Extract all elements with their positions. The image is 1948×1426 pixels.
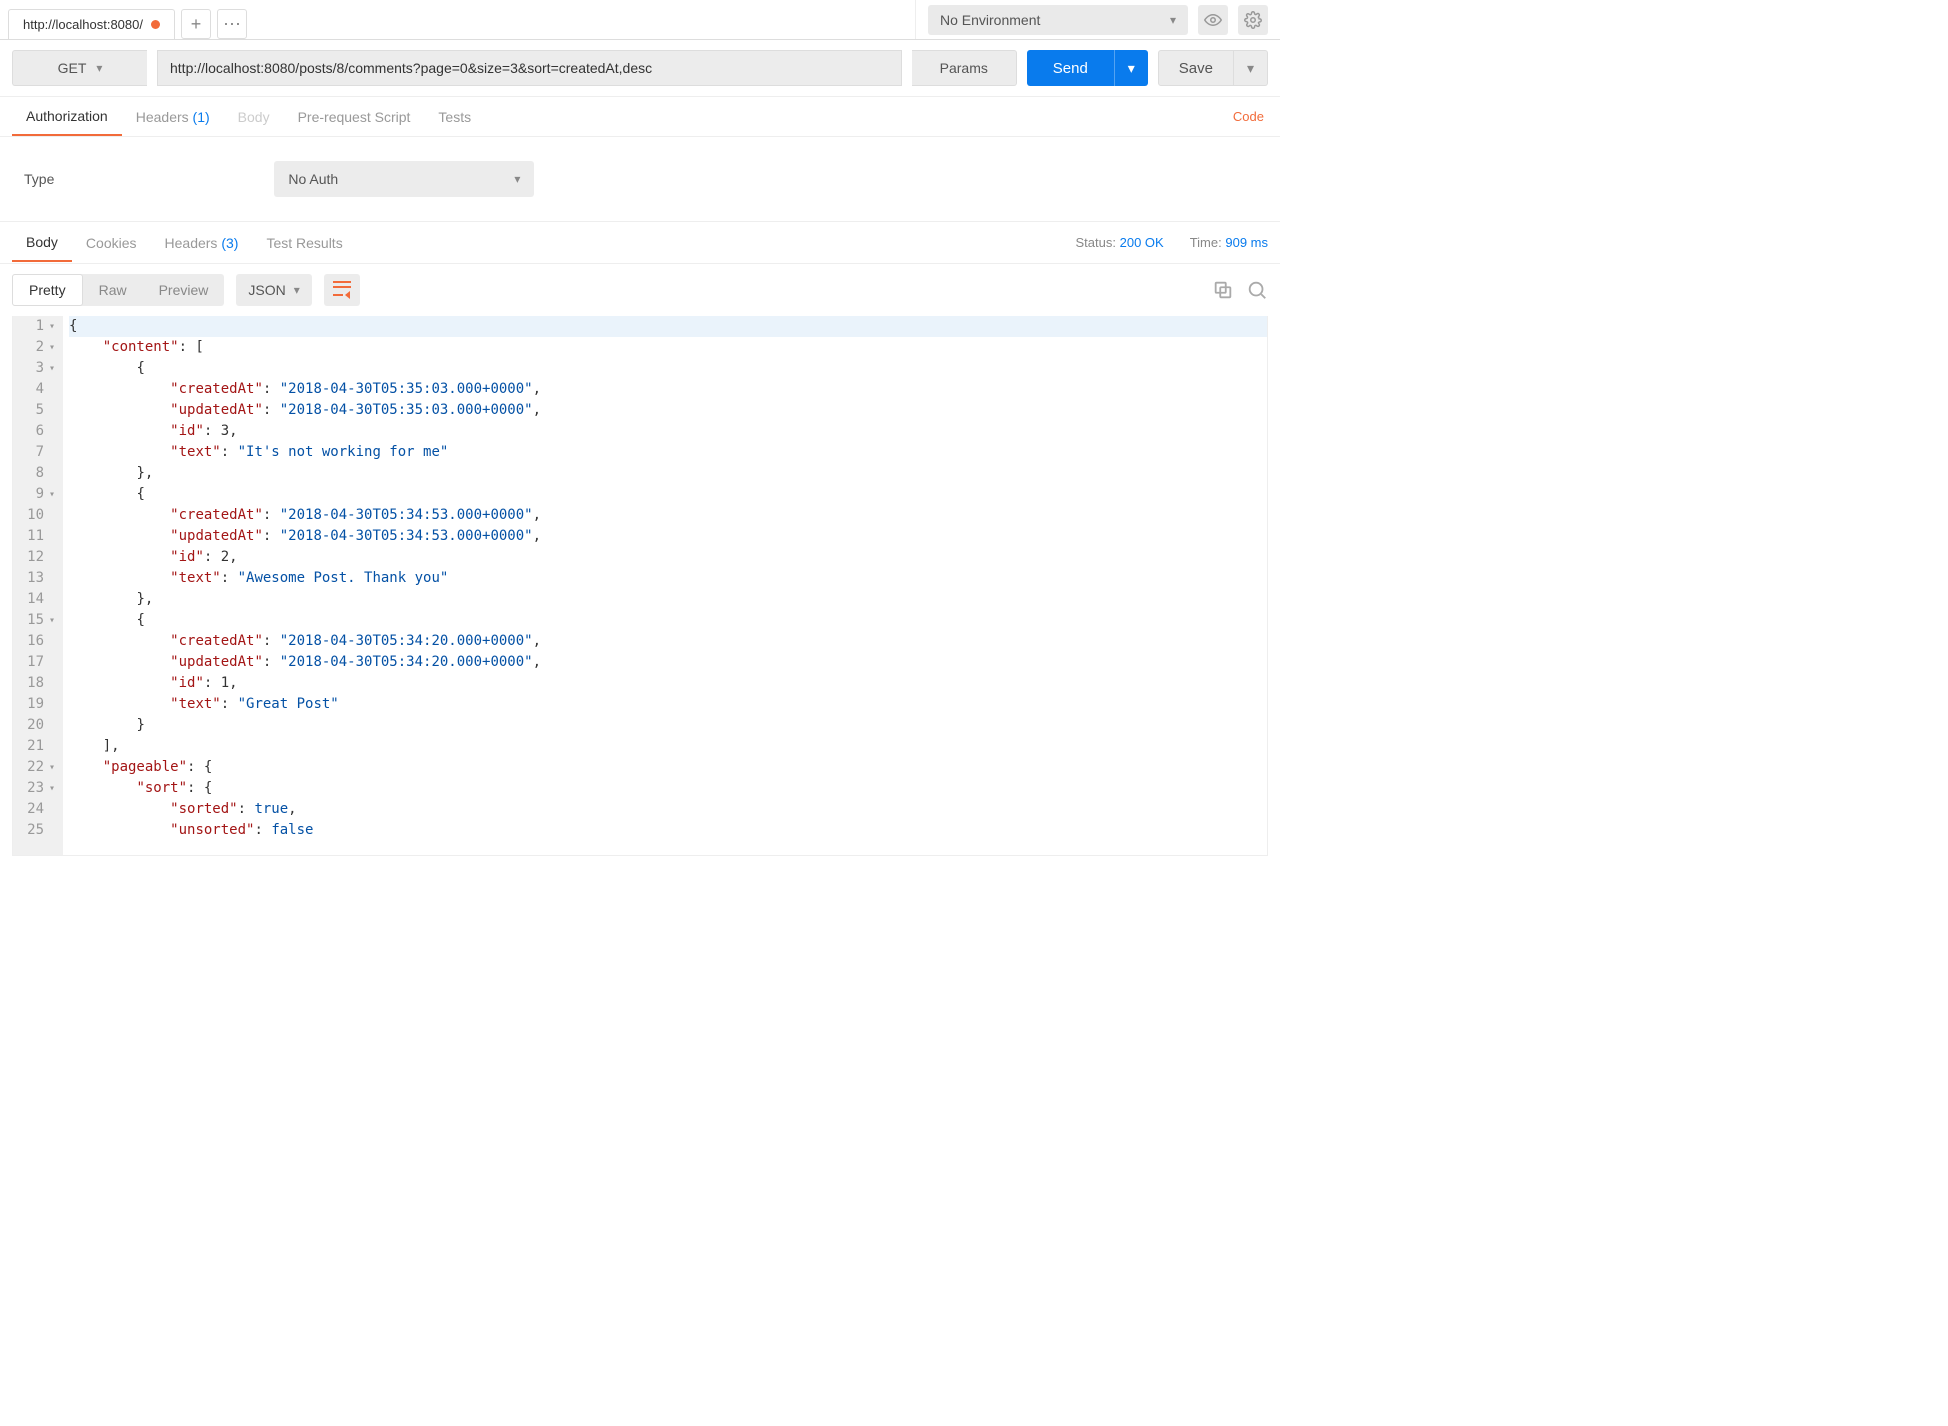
params-label: Params xyxy=(940,60,988,76)
tab-label: Authorization xyxy=(26,108,108,124)
tab-label: Headers xyxy=(165,235,218,251)
save-label: Save xyxy=(1179,60,1213,77)
environment-area: No Environment ▾ xyxy=(915,0,1280,39)
environment-quicklook-button[interactable] xyxy=(1198,5,1228,35)
save-group: Save ▾ xyxy=(1158,50,1268,86)
code-link[interactable]: Code xyxy=(1233,109,1268,124)
view-preview[interactable]: Preview xyxy=(143,274,225,306)
chevron-down-icon: ▾ xyxy=(96,61,102,75)
time-label: Time: xyxy=(1190,235,1222,250)
status-block: Status: 200 OK Time: 909 ms xyxy=(1076,235,1268,250)
auth-type-label: Type xyxy=(24,171,54,187)
plus-icon: + xyxy=(191,14,202,35)
resp-tab-cookies[interactable]: Cookies xyxy=(72,225,151,261)
view-pretty[interactable]: Pretty xyxy=(12,274,83,306)
send-button[interactable]: Send xyxy=(1027,50,1114,86)
tab-strip: http://localhost:8080/ + ⋯ xyxy=(0,0,915,39)
chevron-down-icon: ▾ xyxy=(1247,60,1254,77)
chevron-down-icon: ▾ xyxy=(514,172,520,186)
save-dropdown[interactable]: ▾ xyxy=(1234,50,1268,86)
params-button[interactable]: Params xyxy=(912,50,1017,86)
authorization-panel: Type No Auth ▾ xyxy=(0,137,1280,222)
eye-icon xyxy=(1204,11,1222,29)
request-tab[interactable]: http://localhost:8080/ xyxy=(8,9,175,39)
unsaved-dot-icon xyxy=(151,20,160,29)
status-value: 200 OK xyxy=(1120,235,1164,250)
body-toolbar: Pretty Raw Preview JSON ▾ xyxy=(0,264,1280,316)
tab-headers[interactable]: Headers (1) xyxy=(122,99,224,135)
tab-authorization[interactable]: Authorization xyxy=(12,98,122,136)
chevron-down-icon: ▾ xyxy=(294,283,300,297)
tab-title: http://localhost:8080/ xyxy=(23,17,143,32)
save-button[interactable]: Save xyxy=(1158,50,1234,86)
time-value: 909 ms xyxy=(1225,235,1268,250)
tab-label: Body xyxy=(238,109,270,125)
tab-label: Test Results xyxy=(266,235,342,251)
pill-label: Raw xyxy=(99,282,127,298)
url-input[interactable] xyxy=(157,50,902,86)
search-icon[interactable] xyxy=(1246,279,1268,301)
send-label: Send xyxy=(1053,60,1088,77)
send-group: Send ▾ xyxy=(1027,50,1148,86)
response-body: 1▾2▾3▾456789▾101112131415▾16171819202122… xyxy=(12,316,1268,856)
tab-count: (3) xyxy=(221,235,238,251)
tab-overflow-button[interactable]: ⋯ xyxy=(217,9,247,39)
auth-type-value: No Auth xyxy=(288,171,338,187)
view-raw[interactable]: Raw xyxy=(83,274,143,306)
environment-select[interactable]: No Environment ▾ xyxy=(928,5,1188,35)
wrap-icon xyxy=(333,281,351,299)
format-select[interactable]: JSON ▾ xyxy=(236,274,311,306)
resp-tab-body[interactable]: Body xyxy=(12,224,72,262)
topbar: http://localhost:8080/ + ⋯ No Environmen… xyxy=(0,0,1280,40)
tab-label: Headers xyxy=(136,109,189,125)
chevron-down-icon: ▾ xyxy=(1170,13,1176,27)
chevron-down-icon: ▾ xyxy=(1128,60,1135,77)
environment-label: No Environment xyxy=(940,12,1040,28)
view-mode-group: Pretty Raw Preview xyxy=(12,274,224,306)
request-tabs: Authorization Headers (1) Body Pre-reque… xyxy=(0,97,1280,137)
status-label: Status: xyxy=(1076,235,1116,250)
resp-tab-test-results[interactable]: Test Results xyxy=(252,225,356,261)
method-label: GET xyxy=(58,60,87,76)
response-tabs: Body Cookies Headers (3) Test Results St… xyxy=(0,222,1280,264)
tab-label: Tests xyxy=(438,109,471,125)
dots-icon: ⋯ xyxy=(223,14,241,35)
method-url-group: GET ▾ xyxy=(12,50,147,86)
tab-prerequest[interactable]: Pre-request Script xyxy=(284,99,425,135)
pill-label: Pretty xyxy=(29,282,66,298)
auth-type-select[interactable]: No Auth ▾ xyxy=(274,161,534,197)
wrap-toggle[interactable] xyxy=(324,274,360,306)
tab-tests[interactable]: Tests xyxy=(424,99,485,135)
resp-tab-headers[interactable]: Headers (3) xyxy=(151,225,253,261)
pill-label: Preview xyxy=(159,282,209,298)
format-label: JSON xyxy=(248,282,285,298)
tab-count: (1) xyxy=(193,109,210,125)
method-select[interactable]: GET ▾ xyxy=(12,50,147,86)
tab-label: Cookies xyxy=(86,235,137,251)
code-link-label: Code xyxy=(1233,109,1264,124)
settings-button[interactable] xyxy=(1238,5,1268,35)
code-view[interactable]: { "content": [ { "createdAt": "2018-04-3… xyxy=(63,316,1267,855)
tab-label: Body xyxy=(26,234,58,250)
tab-body[interactable]: Body xyxy=(224,99,284,135)
send-dropdown[interactable]: ▾ xyxy=(1114,50,1148,86)
line-gutter: 1▾2▾3▾456789▾101112131415▾16171819202122… xyxy=(13,316,63,855)
tab-label: Pre-request Script xyxy=(298,109,411,125)
new-tab-button[interactable]: + xyxy=(181,9,211,39)
gear-icon xyxy=(1244,11,1262,29)
copy-icon[interactable] xyxy=(1212,279,1234,301)
request-row: GET ▾ Params Send ▾ Save ▾ xyxy=(0,40,1280,97)
